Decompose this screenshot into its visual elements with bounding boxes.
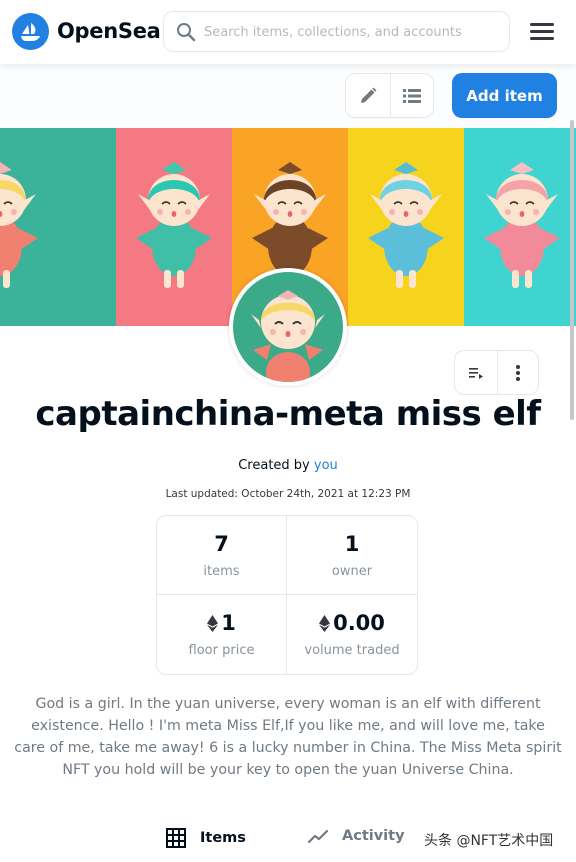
elf-doll-illustration: [136, 162, 212, 288]
stat-label: owner: [331, 563, 373, 579]
search-input[interactable]: [204, 20, 499, 44]
banner-stripe: [116, 128, 232, 326]
banner-stripe: [0, 128, 116, 326]
stat-owners[interactable]: 1 owner: [287, 516, 417, 595]
ethereum-icon: [207, 614, 219, 632]
stat-value: 1: [207, 611, 236, 635]
logo-text[interactable]: OpenSea: [57, 19, 161, 43]
playlist-add-icon[interactable]: [455, 351, 497, 394]
created-by-prefix: Created by: [238, 458, 310, 473]
more-options-icon[interactable]: [496, 351, 539, 394]
elf-doll-illustration: [368, 162, 444, 288]
stat-label: volume traded: [304, 643, 400, 658]
elf-doll-illustration: [484, 162, 560, 288]
collection-title: captainchina-meta miss elf: [35, 394, 541, 434]
search-icon: [177, 23, 196, 42]
collection-toolbar: Add item: [0, 64, 576, 128]
banner-stripe: [464, 128, 576, 326]
last-updated-text: Last updated: October 24th, 2021 at 12:2…: [165, 488, 411, 500]
stat-label: items: [203, 563, 240, 579]
stat-value: 7: [214, 531, 229, 556]
stat-items[interactable]: 7 items: [157, 516, 287, 595]
tab-label: Activity: [342, 828, 405, 844]
search-box[interactable]: [163, 11, 510, 52]
scrollbar-thumb[interactable]: [570, 120, 574, 420]
collection-description: God is a girl. In the yuan universe, eve…: [14, 696, 562, 778]
created-by-line: Created by you: [0, 458, 576, 473]
banner-stripe: [348, 128, 464, 326]
top-navigation-bar: OpenSea: [0, 0, 576, 64]
elf-doll-illustration: [0, 162, 38, 288]
stat-floor-price[interactable]: 1 floor price: [157, 595, 287, 674]
ethereum-icon: [319, 614, 331, 632]
tab-activity[interactable]: Activity: [308, 828, 405, 844]
opensea-logo-icon[interactable]: [12, 13, 49, 50]
stat-value: 1: [344, 531, 360, 556]
list-view-icon[interactable]: [389, 74, 434, 117]
stat-volume-traded[interactable]: 0.00 volume traded: [287, 595, 417, 674]
stat-value: 0.00: [319, 611, 385, 635]
edit-tools: [345, 73, 434, 118]
hamburger-menu-icon[interactable]: [528, 20, 556, 44]
creator-link[interactable]: you: [314, 458, 338, 473]
add-item-button[interactable]: Add item: [452, 73, 557, 118]
collection-stats: 7 items 1 owner 1 floor price 0.00 volum…: [156, 515, 418, 675]
page-scrollbar[interactable]: [568, 0, 576, 862]
tab-label: Items: [200, 830, 246, 846]
tab-items[interactable]: Items: [166, 828, 246, 848]
activity-icon: [308, 829, 328, 844]
collection-avatar: [229, 268, 347, 386]
edit-pencil-icon[interactable]: [346, 74, 390, 117]
watermark: 头条 @NFT艺术中国: [424, 833, 554, 849]
stat-label: floor price: [188, 643, 255, 658]
grid-icon: [166, 828, 186, 848]
collection-actions: [454, 350, 539, 395]
